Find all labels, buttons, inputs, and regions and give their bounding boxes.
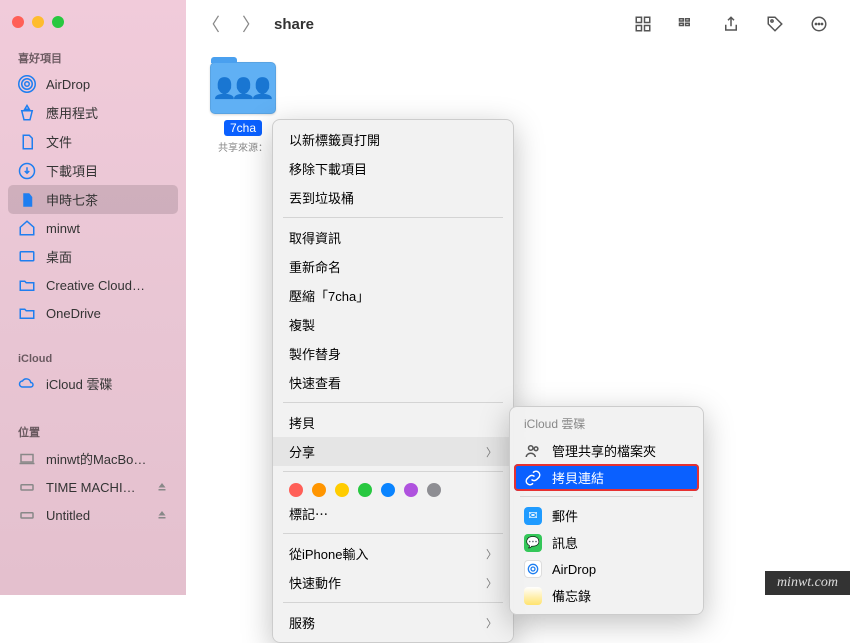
window-controls xyxy=(0,8,186,44)
forward-button[interactable]: 〉 xyxy=(242,11,260,37)
separator xyxy=(283,602,503,603)
menu-services[interactable]: 服務〉 xyxy=(273,608,513,637)
nav-arrows: 〈 〉 xyxy=(202,11,260,37)
submenu-messages[interactable]: 💬訊息 xyxy=(510,529,703,556)
sidebar-item-creative-cloud[interactable]: Creative Cloud… xyxy=(0,271,186,299)
sidebar-item-documents[interactable]: 文件 xyxy=(0,127,186,156)
context-menu: 以新標籤頁打開 移除下載項目 丟到垃圾桶 取得資訊 重新命名 壓縮「7cha」 … xyxy=(272,119,514,643)
desktop-icon xyxy=(18,248,36,266)
applications-icon xyxy=(18,104,36,122)
disk-icon xyxy=(18,506,36,524)
separator xyxy=(283,533,503,534)
tag-red[interactable] xyxy=(289,483,303,497)
sidebar-item-airdrop[interactable]: AirDrop xyxy=(0,70,186,98)
submenu-manage-shared[interactable]: 管理共享的檔案夾 xyxy=(510,437,703,464)
more-icon[interactable] xyxy=(810,15,828,33)
sidebar-header-locations: 位置 xyxy=(0,418,186,444)
disk-icon xyxy=(18,478,36,496)
minimize-window[interactable] xyxy=(32,16,44,28)
sidebar-item-time-machine[interactable]: TIME MACHI… xyxy=(0,473,186,501)
sidebar-item-selected[interactable]: 申時七茶 xyxy=(8,185,178,214)
eject-icon[interactable] xyxy=(156,509,168,521)
chevron-right-icon: 〉 xyxy=(486,615,497,631)
tag-purple[interactable] xyxy=(404,483,418,497)
sidebar-item-applications[interactable]: 應用程式 xyxy=(0,98,186,127)
tag-colors xyxy=(273,477,513,499)
separator xyxy=(520,496,693,497)
submenu-notes[interactable]: 備忘錄 xyxy=(510,582,703,609)
chevron-right-icon: 〉 xyxy=(486,546,497,562)
sidebar-header-favorites: 喜好項目 xyxy=(0,44,186,70)
menu-rename[interactable]: 重新命名 xyxy=(273,252,513,281)
fullscreen-window[interactable] xyxy=(52,16,64,28)
window-title: share xyxy=(274,16,314,33)
close-window[interactable] xyxy=(12,16,24,28)
sidebar-item-onedrive[interactable]: OneDrive xyxy=(0,299,186,327)
sidebar-item-home[interactable]: minwt xyxy=(0,214,186,242)
menu-remove-download[interactable]: 移除下載項目 xyxy=(273,154,513,183)
sidebar-item-icloud-drive[interactable]: iCloud 雲碟 xyxy=(0,369,186,398)
share-submenu: iCloud 雲碟 管理共享的檔案夾 拷貝連結 ✉郵件 💬訊息 AirDrop … xyxy=(509,406,704,615)
menu-trash[interactable]: 丟到垃圾桶 xyxy=(273,183,513,212)
cloud-icon xyxy=(18,375,36,393)
menu-share[interactable]: 分享〉 xyxy=(273,437,513,466)
menu-duplicate[interactable]: 複製 xyxy=(273,310,513,339)
sidebar: 喜好項目 AirDrop 應用程式 文件 下載項目 申時七茶 minwt 桌面 … xyxy=(0,0,186,595)
sidebar-item-downloads[interactable]: 下載項目 xyxy=(0,156,186,185)
eject-icon[interactable] xyxy=(156,481,168,493)
separator xyxy=(283,217,503,218)
laptop-icon xyxy=(18,450,36,468)
file-icon xyxy=(18,191,36,209)
tag-orange[interactable] xyxy=(312,483,326,497)
folder-subtitle: 共享來源： xyxy=(218,139,268,154)
folder-icon xyxy=(18,304,36,322)
share-icon[interactable] xyxy=(722,15,740,33)
tag-blue[interactable] xyxy=(381,483,395,497)
airdrop-icon xyxy=(524,560,542,578)
mail-icon: ✉ xyxy=(524,507,542,525)
folder-item[interactable]: 👤👤👤 7cha 共享來源： xyxy=(204,62,282,154)
link-icon xyxy=(524,469,542,487)
shared-folder-icon: 👤👤👤 xyxy=(210,62,276,114)
separator xyxy=(283,402,503,403)
tag-gray[interactable] xyxy=(427,483,441,497)
toolbar: 〈 〉 share xyxy=(186,0,850,48)
chevron-right-icon: 〉 xyxy=(486,575,497,591)
menu-compress[interactable]: 壓縮「7cha」 xyxy=(273,281,513,310)
separator xyxy=(283,471,503,472)
submenu-airdrop[interactable]: AirDrop xyxy=(510,556,703,582)
notes-icon xyxy=(524,587,542,605)
back-button[interactable]: 〈 xyxy=(202,11,220,37)
tag-green[interactable] xyxy=(358,483,372,497)
menu-quick-look[interactable]: 快速查看 xyxy=(273,368,513,397)
menu-make-alias[interactable]: 製作替身 xyxy=(273,339,513,368)
sidebar-header-icloud: iCloud xyxy=(0,347,186,369)
group-icon[interactable] xyxy=(678,15,696,33)
submenu-mail[interactable]: ✉郵件 xyxy=(510,502,703,529)
airdrop-icon xyxy=(18,75,36,93)
people-icon xyxy=(524,442,542,460)
menu-get-info[interactable]: 取得資訊 xyxy=(273,223,513,252)
folder-icon xyxy=(18,276,36,294)
tag-icon[interactable] xyxy=(766,15,784,33)
messages-icon: 💬 xyxy=(524,534,542,552)
folder-name: 7cha xyxy=(224,120,262,136)
menu-tags[interactable]: 標記⋯ xyxy=(273,499,513,528)
watermark: minwt.com xyxy=(765,571,850,595)
downloads-icon xyxy=(18,162,36,180)
document-icon xyxy=(18,133,36,151)
menu-copy[interactable]: 拷貝 xyxy=(273,408,513,437)
tag-yellow[interactable] xyxy=(335,483,349,497)
sidebar-item-untitled[interactable]: Untitled xyxy=(0,501,186,529)
chevron-right-icon: 〉 xyxy=(486,444,497,460)
submenu-header: iCloud 雲碟 xyxy=(510,412,703,437)
menu-import-iphone[interactable]: 從iPhone輸入〉 xyxy=(273,539,513,568)
menu-open-new-tab[interactable]: 以新標籤頁打開 xyxy=(273,125,513,154)
home-icon xyxy=(18,219,36,237)
sidebar-item-macbook[interactable]: minwt的MacBo… xyxy=(0,444,186,473)
submenu-copy-link[interactable]: 拷貝連結 xyxy=(514,464,699,491)
sidebar-item-desktop[interactable]: 桌面 xyxy=(0,242,186,271)
menu-quick-actions[interactable]: 快速動作〉 xyxy=(273,568,513,597)
view-mode-icon[interactable] xyxy=(634,15,652,33)
